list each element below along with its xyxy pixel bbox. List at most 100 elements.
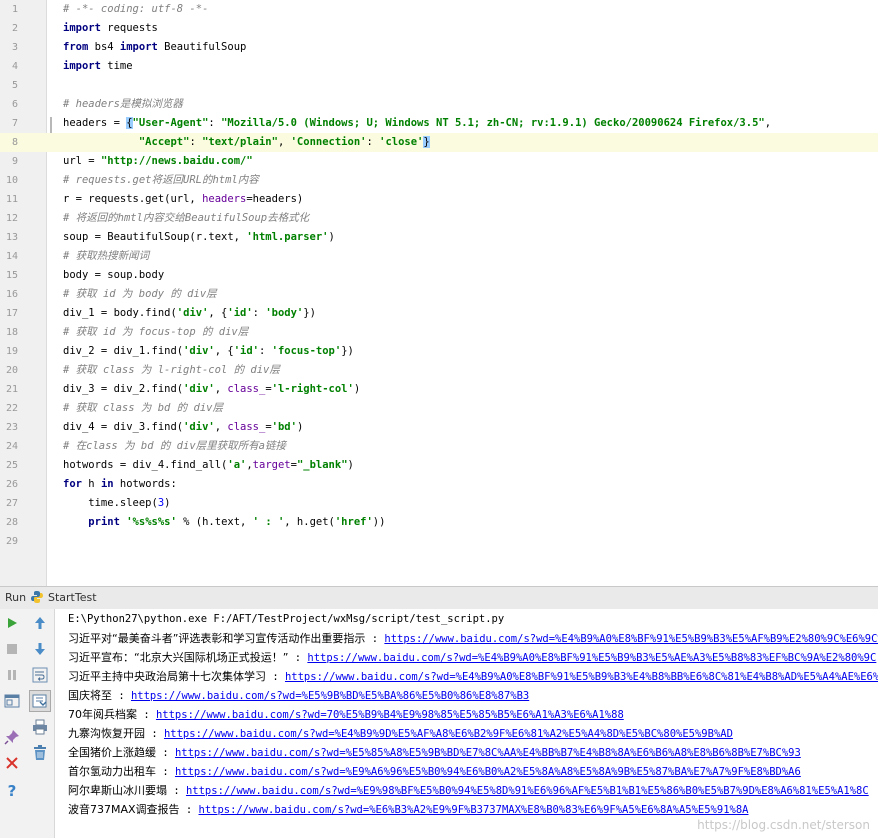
code-token: 'div' [176, 307, 209, 319]
separator: : [156, 747, 175, 759]
console-output-line: 首尔氢动力出租车 : https://www.baidu.com/s?wd=%E… [68, 762, 801, 782]
code-line[interactable]: 24 # 在class 为 bd 的 div层里获取所有a链接 [0, 437, 878, 456]
code-line[interactable]: 29 [0, 532, 878, 551]
code-line[interactable]: 15 body = soup.body [0, 266, 878, 285]
code-area[interactable]: 1 # -*- coding: utf-8 -*- 2 import requests… [0, 0, 878, 551]
code-line[interactable]: 1 # -*- coding: utf-8 -*- [0, 0, 878, 19]
code-line[interactable]: 6 # headers是模拟浏览器 [0, 95, 878, 114]
code-line[interactable]: 26 for h in hotwords: [0, 475, 878, 494]
code-text: # 获取 id 为 focus-top 的 div层 [63, 323, 248, 342]
line-number: 13 [5, 232, 18, 243]
pin-tab-button[interactable] [3, 728, 21, 746]
line-number: 12 [5, 213, 18, 224]
code-token: BeautifulSoup [157, 41, 247, 53]
separator: : [365, 633, 385, 645]
code-line[interactable]: 13 soup = BeautifulSoup(r.text, 'html.par… [0, 228, 878, 247]
console-output-line: 习近平主持中央政治局第十七次集体学习 : https://www.baidu.c… [68, 667, 878, 687]
code-line[interactable]: 27 time.sleep(3) [0, 494, 878, 513]
code-line[interactable]: 4 import time [0, 57, 878, 76]
rerun-icon [8, 618, 17, 628]
soft-wrap-icon [32, 667, 48, 683]
code-line[interactable]: 12 # 将返回的hmtl内容交给BeautifulSoup去格式化 [0, 209, 878, 228]
code-token: "http://news.baidu.com/" [100, 155, 253, 167]
code-token: div_3 = div_2.find( [63, 383, 184, 395]
pause-button[interactable] [3, 666, 21, 684]
code-text: import requests [63, 19, 158, 38]
separator: : [288, 652, 308, 664]
code-text: # headers是模拟浏览器 [63, 95, 183, 114]
print-button[interactable] [31, 718, 49, 736]
stop-button[interactable] [3, 640, 21, 658]
run-panel-header: Run StartTest [0, 586, 878, 610]
restore-layout-icon [4, 694, 20, 708]
console-output[interactable]: E:\Python27\python.exe F:/AFT/TestProjec… [55, 609, 878, 838]
code-line[interactable]: 23 div_4 = div_3.find('div', class_='bd') [0, 418, 878, 437]
code-text: # -*- coding: utf-8 -*- [63, 0, 208, 19]
hotword-title: 九寨沟恢复开园 [68, 727, 145, 740]
code-text: soup = BeautifulSoup(r.text, 'html.parse… [63, 228, 335, 247]
code-line[interactable]: 14 # 获取热搜新闻词 [0, 247, 878, 266]
scroll-to-end-button[interactable] [29, 690, 51, 712]
code-line[interactable]: 22 # 获取 class 为 bd 的 div层 [0, 399, 878, 418]
hotword-link[interactable]: https://www.baidu.com/s?wd=%E4%B9%A0%E8%… [384, 633, 878, 645]
code-line[interactable]: 3 from bs4 import BeautifulSoup [0, 38, 878, 57]
code-token: # -*- coding: utf-8 -*- [63, 3, 209, 15]
clear-all-button[interactable] [31, 744, 49, 762]
soft-wrap-button[interactable] [31, 666, 49, 684]
hotword-link[interactable]: https://www.baidu.com/s?wd=%E9%98%BF%E5%… [186, 785, 869, 797]
line-number: 26 [5, 479, 18, 490]
hotword-link[interactable]: https://www.baidu.com/s?wd=%E4%B9%A0%E8%… [285, 671, 878, 683]
code-line[interactable]: 18 # 获取 id 为 focus-top 的 div层 [0, 323, 878, 342]
run-tab-label[interactable]: Run [5, 591, 26, 604]
code-text: time.sleep(3) [63, 494, 170, 513]
hotword-link[interactable]: https://www.baidu.com/s?wd=%E5%85%A8%E5%… [175, 747, 801, 759]
code-line[interactable]: 19 div_2 = div_1.find('div', {'id': 'focu… [0, 342, 878, 361]
hotword-link[interactable]: https://www.baidu.com/s?wd=%E6%B3%A2%E9%… [199, 804, 749, 816]
code-token: # 将返回的hmtl内容交给BeautifulSoup去格式化 [63, 212, 310, 224]
code-token: : [366, 136, 380, 148]
hotword-link[interactable]: https://www.baidu.com/s?wd=70%E5%B9%B4%E… [156, 709, 624, 721]
code-line[interactable]: 7 headers = {"User-Agent": "Mozilla/5.0 (… [0, 114, 878, 133]
hotword-link[interactable]: https://www.baidu.com/s?wd=%E9%A6%96%E5%… [175, 766, 801, 778]
help-button[interactable]: ? [3, 782, 21, 800]
code-line[interactable]: 5 [0, 76, 878, 95]
code-line[interactable]: 8 "Accept": "text/plain", 'Connection': … [0, 133, 878, 152]
code-token: : [208, 117, 222, 129]
code-token: )) [372, 516, 386, 528]
separator: : [112, 690, 131, 702]
code-token: time [100, 60, 133, 72]
code-token: 'div' [183, 345, 215, 357]
code-line[interactable]: 20 # 获取 class 为 l-right-col 的 div层 [0, 361, 878, 380]
code-line[interactable]: 11 r = requests.get(url, headers=headers) [0, 190, 878, 209]
close-icon [6, 757, 18, 769]
scroll-up-button[interactable] [31, 614, 49, 632]
close-button[interactable] [3, 754, 21, 772]
rerun-button[interactable] [3, 614, 21, 632]
code-token: : [252, 307, 266, 319]
code-text: body = soup.body [63, 266, 164, 285]
code-token: 'html.parser' [246, 231, 329, 243]
code-line[interactable]: 28 print '%s%s%s' % (h.text, ' : ', h.ge… [0, 513, 878, 532]
scroll-down-button[interactable] [31, 640, 49, 658]
code-line[interactable]: 21 div_3 = div_2.find('div', class_='l-ri… [0, 380, 878, 399]
run-toolbar: ? [0, 609, 55, 838]
code-line[interactable]: 10 # requests.get将返回URL的html内容 [0, 171, 878, 190]
hotword-link[interactable]: https://www.baidu.com/s?wd=%E4%B9%A0%E8%… [307, 652, 876, 664]
code-editor[interactable]: 1 # -*- coding: utf-8 -*- 2 import requests… [0, 0, 878, 586]
run-config-name[interactable]: StartTest [48, 591, 97, 604]
code-line[interactable]: 16 # 获取 id 为 body 的 div层 [0, 285, 878, 304]
code-token: , [214, 421, 228, 433]
code-line[interactable]: 17 div_1 = body.find('div', {'id': 'body'… [0, 304, 878, 323]
code-line[interactable]: 2 import requests [0, 19, 878, 38]
code-line[interactable]: 9 url = "http://news.baidu.com/" [0, 152, 878, 171]
code-token: div_4 = div_3.find( [63, 421, 184, 433]
code-line[interactable]: 25 hotwords = div_4.find_all('a',target="… [0, 456, 878, 475]
restore-layout-button[interactable] [3, 692, 21, 710]
code-token: ) [164, 497, 171, 509]
hotword-link[interactable]: https://www.baidu.com/s?wd=%E4%B9%9D%E5%… [164, 728, 733, 740]
stop-icon [7, 644, 17, 654]
code-token: hotwords = div_4.find_all( [63, 459, 228, 471]
hotword-link[interactable]: https://www.baidu.com/s?wd=%E5%9B%BD%E5%… [131, 690, 529, 702]
code-token: 'body' [265, 307, 304, 319]
